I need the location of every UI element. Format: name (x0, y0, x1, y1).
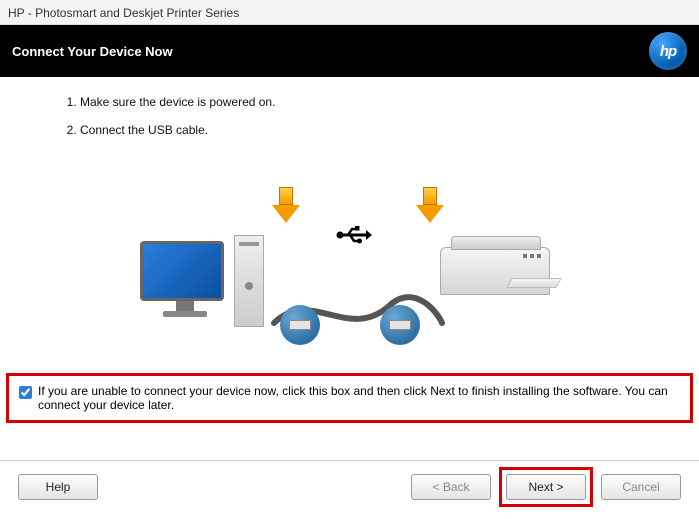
computer-monitor-icon (140, 241, 230, 313)
back-button[interactable]: < Back (411, 474, 491, 500)
instruction-list: Make sure the device is powered on. Conn… (80, 95, 659, 137)
wizard-header: Connect Your Device Now hp (0, 25, 699, 77)
connect-later-checkbox[interactable] (19, 386, 32, 399)
connect-later-label: If you are unable to connect your device… (38, 384, 680, 412)
connection-diagram (140, 197, 560, 357)
next-button-highlight: Next > (499, 467, 593, 507)
cancel-button[interactable]: Cancel (601, 474, 681, 500)
printer-icon (440, 247, 560, 317)
arrow-down-icon (416, 187, 444, 231)
usb-icon (336, 223, 372, 253)
computer-tower-icon (234, 235, 264, 327)
instruction-step-1: Make sure the device is powered on. (80, 95, 659, 109)
help-button[interactable]: Help (18, 474, 98, 500)
content-area: Make sure the device is powered on. Conn… (0, 77, 699, 357)
hp-logo: hp (649, 32, 687, 70)
arrow-down-icon (272, 187, 300, 231)
usb-plug-icon (280, 305, 320, 345)
hp-logo-text: hp (660, 43, 676, 60)
button-row: Help < Back Next > Cancel (0, 467, 699, 507)
window-title: HP - Photosmart and Deskjet Printer Seri… (0, 0, 699, 25)
instruction-step-2: Connect the USB cable. (80, 123, 659, 137)
connect-later-option: If you are unable to connect your device… (6, 373, 693, 423)
page-title: Connect Your Device Now (12, 44, 173, 59)
divider (0, 460, 699, 461)
next-button[interactable]: Next > (506, 474, 586, 500)
usb-plug-icon (380, 305, 420, 345)
